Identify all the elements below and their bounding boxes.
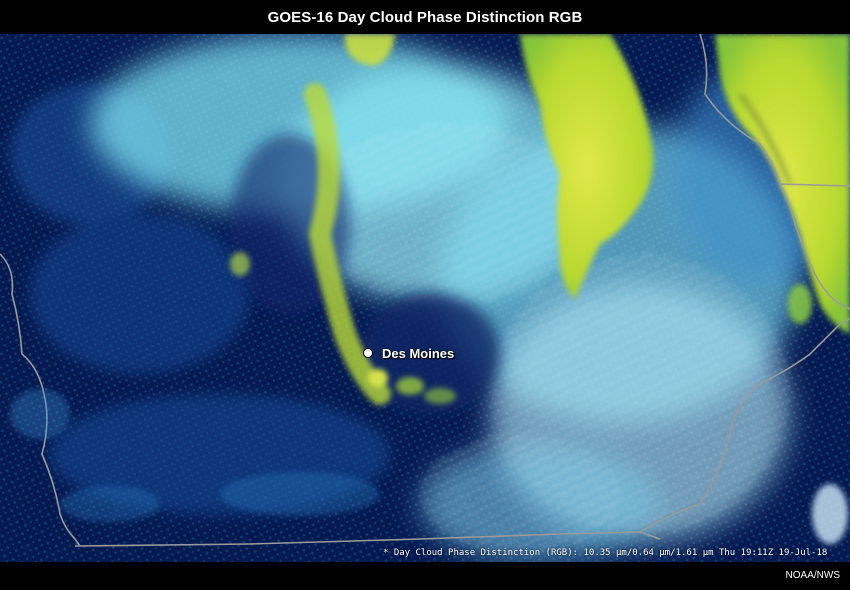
credit-label: NOAA/NWS	[785, 570, 840, 581]
image-title: GOES-16 Day Cloud Phase Distinction RGB	[267, 8, 583, 26]
product-caption: * Day Cloud Phase Distinction (RGB): 10.…	[383, 548, 828, 558]
city-label: Des Moines	[382, 346, 455, 361]
title-bar: GOES-16 Day Cloud Phase Distinction RGB	[0, 0, 850, 34]
footer-bar	[0, 562, 850, 590]
cloud-imagery-svg	[0, 34, 850, 562]
satellite-image-frame: GOES-16 Day Cloud Phase Distinction RGB	[0, 0, 850, 590]
satellite-imagery	[0, 34, 850, 562]
city-marker-icon	[363, 348, 373, 358]
